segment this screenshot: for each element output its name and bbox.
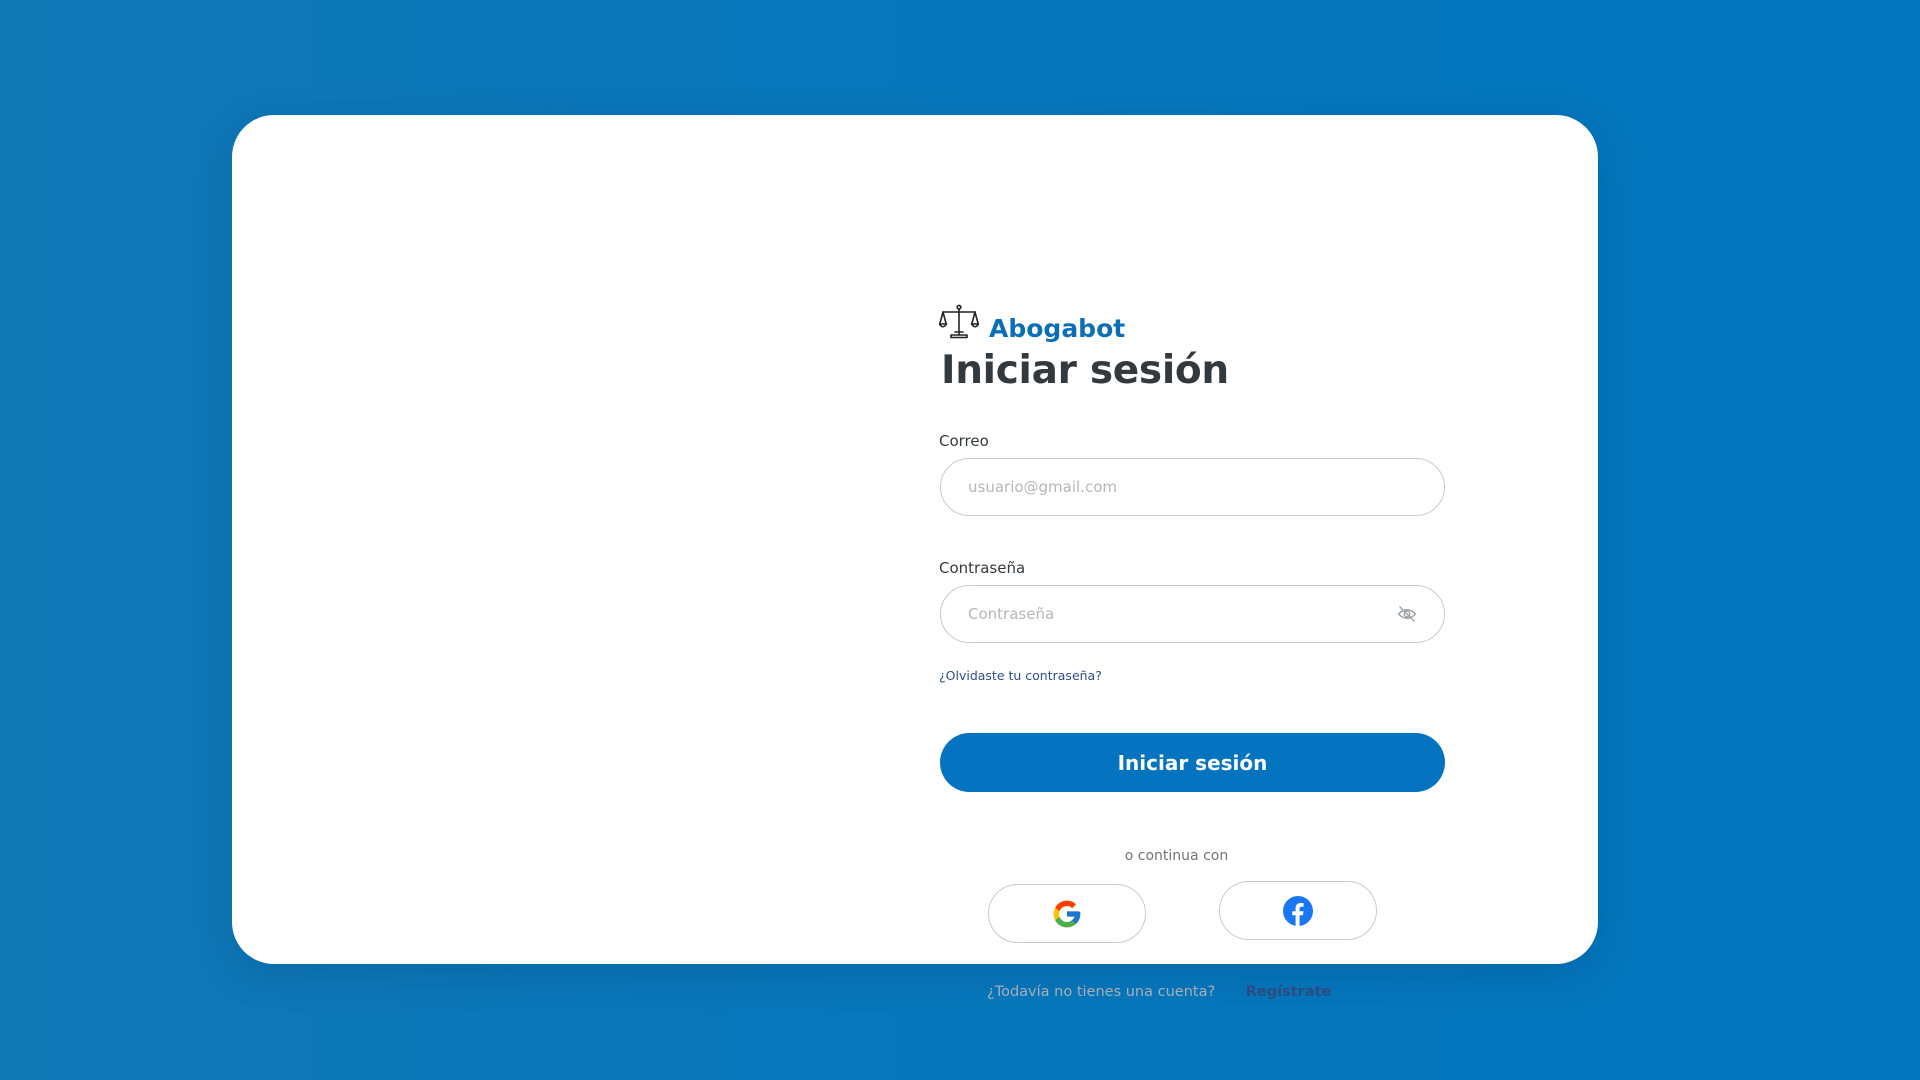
google-login-button[interactable] [988,884,1146,943]
email-label: Correo [939,432,989,450]
email-field-wrapper [940,458,1445,516]
login-card: Abogabot Iniciar sesión Correo Contraseñ… [232,115,1598,1000]
signup-question: ¿Todavía no tienes una cuenta? [987,984,1216,1000]
brand: Abogabot [939,298,1447,343]
password-field[interactable] [968,586,1388,642]
google-icon [1053,900,1081,927]
facebook-login-button[interactable] [1219,881,1377,940]
email-field[interactable] [968,459,1388,515]
login-form: Abogabot Iniciar sesión Correo Contraseñ… [939,298,1447,1000]
login-submit-button[interactable]: Iniciar sesión [940,733,1445,792]
signup-row: ¿Todavía no tienes una cuenta? Regístrat… [987,984,1331,1000]
brand-name: Abogabot [989,314,1126,343]
eye-off-icon[interactable] [1397,605,1417,623]
signup-link[interactable]: Regístrate [1246,984,1332,1000]
page-title: Iniciar sesión [941,348,1229,393]
password-label: Contraseña [939,559,1026,577]
continue-with-divider: o continua con [1124,848,1229,864]
scales-of-justice-icon [939,304,979,339]
facebook-icon [1283,895,1313,926]
password-field-wrapper [940,585,1445,643]
forgot-password-link[interactable]: ¿Olvidaste tu contraseña? [939,668,1102,683]
